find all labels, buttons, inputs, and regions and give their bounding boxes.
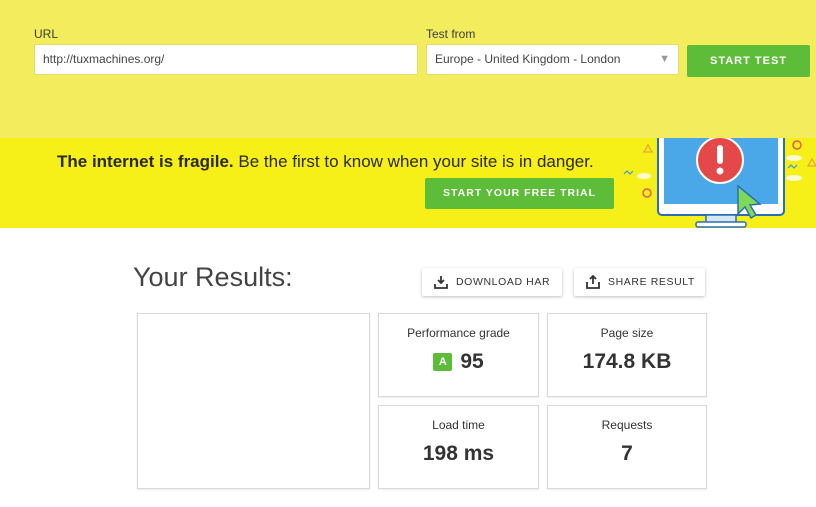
download-har-button[interactable]: DOWNLOAD HAR [422,268,562,296]
promo-banner: The internet is fragile. Be the first to… [0,138,816,228]
page-size-value: 174.8 KB [582,350,672,373]
results-title: Your Results: [133,262,293,292]
test-from-select[interactable]: Europe - United Kingdom - London ▼ [426,44,679,75]
page-size-label: Page size [600,326,654,340]
chevron-down-icon: ▼ [659,53,670,65]
test-from-label: Test from [426,27,476,41]
url-input[interactable]: http://tuxmachines.org/ [34,44,418,75]
performance-grade-row: A 95 [379,350,538,374]
test-form-section: URL http://tuxmachines.org/ Test from Eu… [0,0,816,138]
test-from-value: Europe - United Kingdom - London [435,52,621,66]
share-icon [586,275,600,289]
load-time-card: Load time 198 ms [378,405,539,489]
requests-label: Requests [601,418,653,432]
free-trial-button[interactable]: START YOUR FREE TRIAL [425,178,614,209]
performance-grade-label: Performance grade [407,326,510,340]
load-time-label: Load time [432,418,485,432]
alert-monitor-illustration [623,138,816,228]
banner-headline-bold: The internet is fragile. [57,152,234,171]
requests-value: 7 [621,442,633,465]
download-icon [434,276,448,289]
performance-grade-value: 95 [460,350,484,373]
page-screenshot-card [137,313,370,489]
start-test-button[interactable]: START TEST [687,45,810,77]
grade-badge: A [433,353,453,371]
download-har-label: DOWNLOAD HAR [456,276,551,288]
share-result-label: SHARE RESULT [608,276,695,288]
performance-grade-card: Performance grade A 95 [378,313,539,397]
url-label: URL [34,27,59,41]
share-result-button[interactable]: SHARE RESULT [574,268,705,296]
requests-card: Requests 7 [547,405,707,489]
banner-headline: The internet is fragile. Be the first to… [57,152,594,172]
banner-headline-rest: Be the first to know when your site is i… [233,152,594,171]
load-time-value: 198 ms [422,442,495,465]
page-size-card: Page size 174.8 KB [547,313,707,397]
